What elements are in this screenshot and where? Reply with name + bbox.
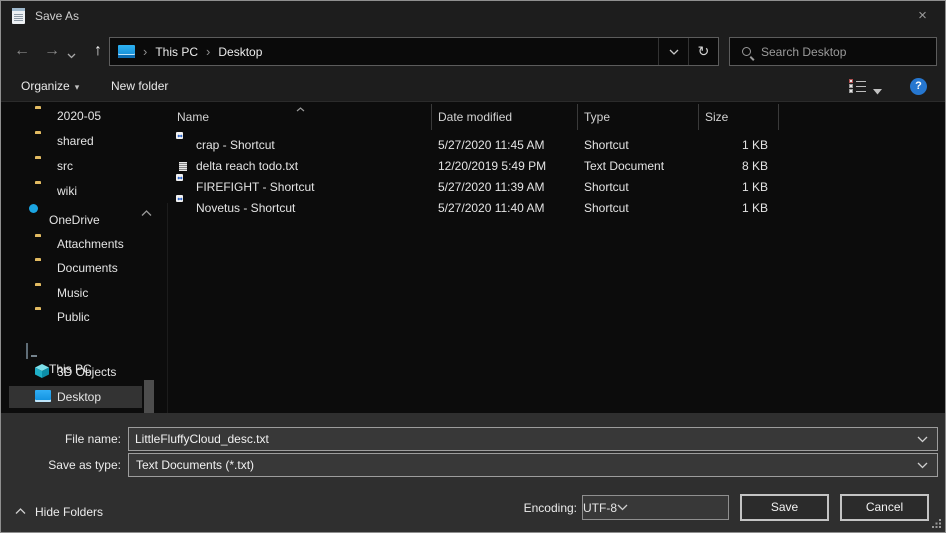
file-name-label: File name: — [1, 427, 121, 451]
file-row-firefight-shortcut[interactable]: FIREFIGHT - Shortcut 5/27/2020 11:39 AM … — [168, 177, 808, 198]
up-button[interactable]: ↑ — [85, 31, 111, 71]
encoding-label: Encoding: — [457, 496, 577, 521]
sidebar-item-shared[interactable]: shared — [9, 130, 142, 152]
desktop-monitor-icon — [35, 390, 51, 402]
file-row-novetus-shortcut[interactable]: Novetus - Shortcut 5/27/2020 11:40 AM Sh… — [168, 198, 808, 219]
file-row-crap-shortcut[interactable]: crap - Shortcut 5/27/2020 11:45 AM Short… — [168, 135, 808, 156]
sidebar-item-public[interactable]: Public — [9, 306, 142, 328]
search-icon — [742, 47, 751, 56]
address-dropdown-chevron-icon[interactable] — [658, 38, 688, 65]
sidebar-item-3d-objects[interactable]: 3D Objects — [9, 361, 142, 383]
sidebar-item-onedrive[interactable]: OneDrive — [9, 209, 142, 231]
search-input[interactable] — [759, 44, 936, 60]
column-divider[interactable] — [577, 104, 578, 130]
save-as-dialog: Save As × ← → ↑ › This PC › Desktop ↻ — [0, 0, 946, 533]
scrollbar-up-icon[interactable] — [141, 206, 152, 220]
sidebar-item-documents[interactable]: Documents — [9, 257, 142, 279]
organize-button[interactable]: Organize▾ — [21, 71, 79, 101]
title-bar[interactable]: Save As × — [1, 1, 945, 31]
file-row-delta-reach-todo[interactable]: delta reach todo.txt 12/20/2019 5:49 PM … — [168, 156, 808, 177]
sort-ascending-icon — [296, 101, 305, 115]
window-title: Save As — [35, 1, 79, 31]
notepad-icon — [12, 8, 25, 24]
sidebar-item-this-pc[interactable]: This PC — [9, 336, 142, 358]
chevron-up-icon — [15, 500, 26, 522]
computer-icon — [26, 343, 28, 359]
column-header-size[interactable]: Size — [705, 102, 728, 132]
chevron-down-icon[interactable] — [917, 436, 928, 443]
recent-locations-chevron-icon[interactable] — [67, 48, 76, 62]
address-bar[interactable]: › This PC › Desktop ↻ — [109, 37, 719, 66]
chevron-down-icon — [617, 504, 628, 511]
save-as-type-combo[interactable]: Text Documents (*.txt) — [128, 453, 938, 477]
breadcrumb-separator: › — [137, 44, 153, 59]
view-options-chevron-icon[interactable] — [873, 84, 882, 98]
this-pc-icon — [118, 45, 135, 58]
encoding-combo[interactable]: UTF-8 — [582, 495, 729, 520]
window-chrome: Save As × ← → ↑ › This PC › Desktop ↻ — [1, 1, 945, 101]
save-as-type-label: Save as type: — [1, 453, 121, 477]
back-button[interactable]: ← — [9, 31, 35, 71]
command-toolbar: Organize▾ New folder ? — [1, 71, 945, 102]
column-header-type[interactable]: Type — [584, 102, 610, 132]
sidebar-item-2020-05[interactable]: 2020-05 — [9, 105, 142, 127]
cancel-button[interactable]: Cancel — [840, 494, 929, 521]
save-as-type-value: Text Documents (*.txt) — [129, 458, 917, 472]
details-view-icon[interactable] — [849, 79, 866, 94]
column-header-date-modified[interactable]: Date modified — [438, 102, 512, 132]
refresh-icon[interactable]: ↻ — [688, 38, 718, 65]
sidebar-item-src[interactable]: src — [9, 155, 142, 177]
close-button[interactable]: × — [900, 1, 945, 31]
breadcrumb-this-pc[interactable]: This PC — [153, 45, 200, 59]
new-folder-button[interactable]: New folder — [111, 71, 168, 101]
breadcrumb-desktop[interactable]: Desktop — [216, 45, 264, 59]
encoding-value: UTF-8 — [583, 501, 617, 515]
sidebar-item-music[interactable]: Music — [9, 282, 142, 304]
help-button[interactable]: ? — [910, 78, 927, 95]
search-box[interactable] — [729, 37, 937, 66]
sidebar-item-desktop[interactable]: Desktop — [9, 386, 142, 408]
hide-folders-button[interactable]: Hide Folders — [15, 501, 103, 523]
breadcrumb-separator: › — [200, 44, 216, 59]
column-header-name[interactable]: Name — [177, 102, 209, 132]
column-divider[interactable] — [431, 104, 432, 130]
3d-cube-icon — [35, 363, 49, 377]
sidebar-item-attachments[interactable]: Attachments — [9, 233, 142, 255]
file-name-combo[interactable] — [128, 427, 938, 451]
column-divider[interactable] — [698, 104, 699, 130]
file-name-input[interactable] — [129, 432, 917, 446]
organize-caret-icon: ▾ — [70, 82, 80, 92]
save-button[interactable]: Save — [740, 494, 829, 521]
chevron-down-icon[interactable] — [917, 462, 928, 469]
resize-grip[interactable] — [932, 519, 942, 529]
sidebar-item-wiki[interactable]: wiki — [9, 180, 142, 202]
forward-button[interactable]: → — [39, 31, 65, 71]
column-divider[interactable] — [778, 104, 779, 130]
